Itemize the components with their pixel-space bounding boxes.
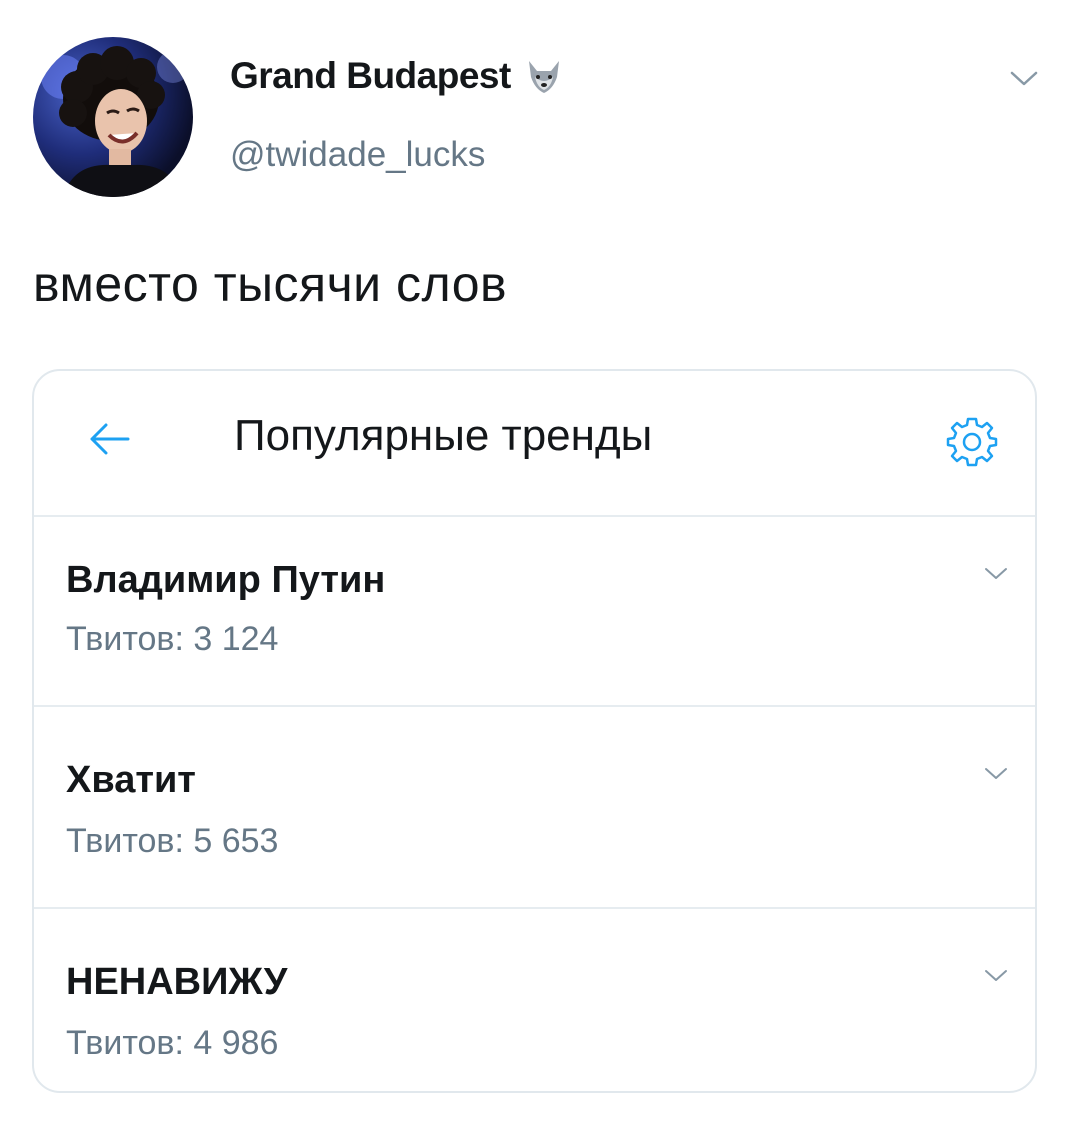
wolf-icon: [523, 55, 565, 97]
card-header: Популярные тренды: [34, 371, 1035, 517]
trend-item[interactable]: Хватит Твитов: 5 653: [34, 707, 1035, 909]
trend-tweet-count: Твитов: 3 124: [66, 620, 279, 658]
trend-name: НЕНАВИЖУ: [66, 961, 288, 1003]
chevron-down-icon[interactable]: [980, 562, 1012, 584]
trend-tweet-count: Твитов: 5 653: [66, 822, 279, 860]
trends-card[interactable]: Популярные тренды Владимир Путин Твитов:…: [32, 369, 1037, 1093]
gear-icon[interactable]: [944, 413, 1000, 469]
chevron-down-icon[interactable]: [1006, 64, 1042, 92]
tweet-header: Grand Budapest @twidade_lucks: [0, 0, 1074, 220]
avatar[interactable]: [33, 37, 193, 197]
arrow-left-icon[interactable]: [86, 419, 132, 459]
author-name-label: Grand Budapest: [230, 55, 511, 96]
chevron-down-icon[interactable]: [980, 964, 1012, 986]
trend-tweet-count: Твитов: 4 986: [66, 1024, 279, 1062]
chevron-down-icon[interactable]: [980, 762, 1012, 784]
author-handle[interactable]: @twidade_lucks: [230, 135, 485, 175]
trend-name: Хватит: [66, 759, 196, 801]
trend-item[interactable]: Владимир Путин Твитов: 3 124: [34, 517, 1035, 707]
tweet-text: вместо тысячи слов: [33, 256, 508, 312]
page-title: Популярные тренды: [234, 411, 653, 460]
trend-name: Владимир Путин: [66, 559, 386, 601]
author-name[interactable]: Grand Budapest: [230, 55, 565, 97]
trend-item[interactable]: НЕНАВИЖУ Твитов: 4 986: [34, 909, 1035, 1091]
